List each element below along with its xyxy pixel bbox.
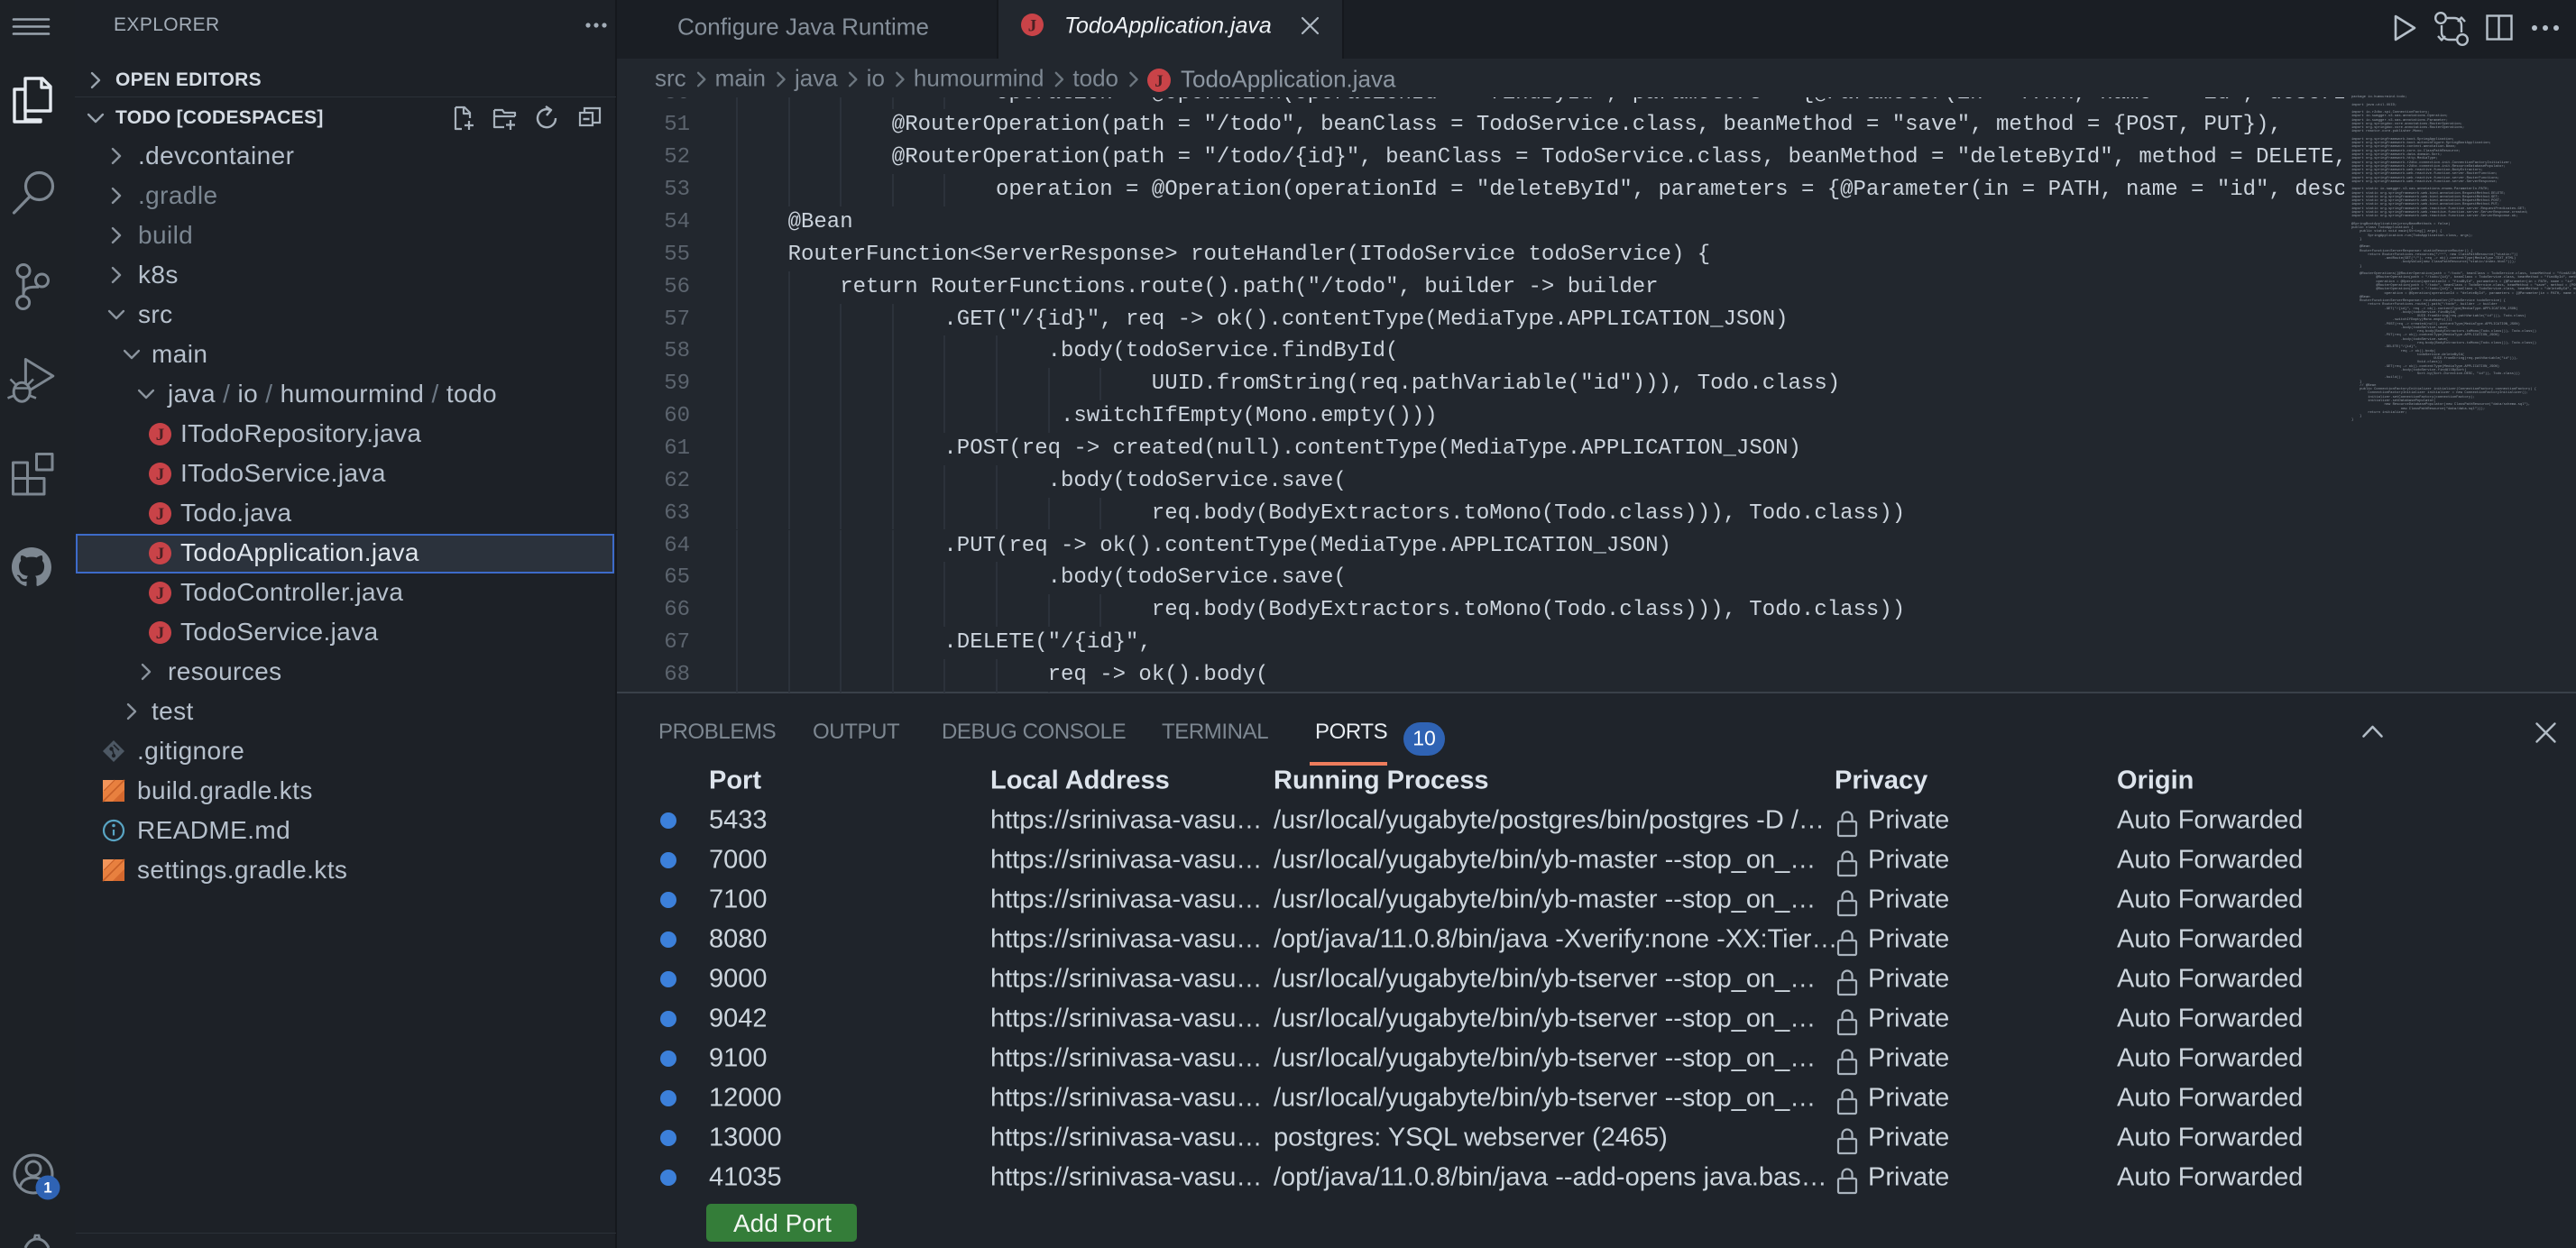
svg-text:10: 10 xyxy=(1412,727,1436,750)
svg-text:J: J xyxy=(1155,72,1164,91)
